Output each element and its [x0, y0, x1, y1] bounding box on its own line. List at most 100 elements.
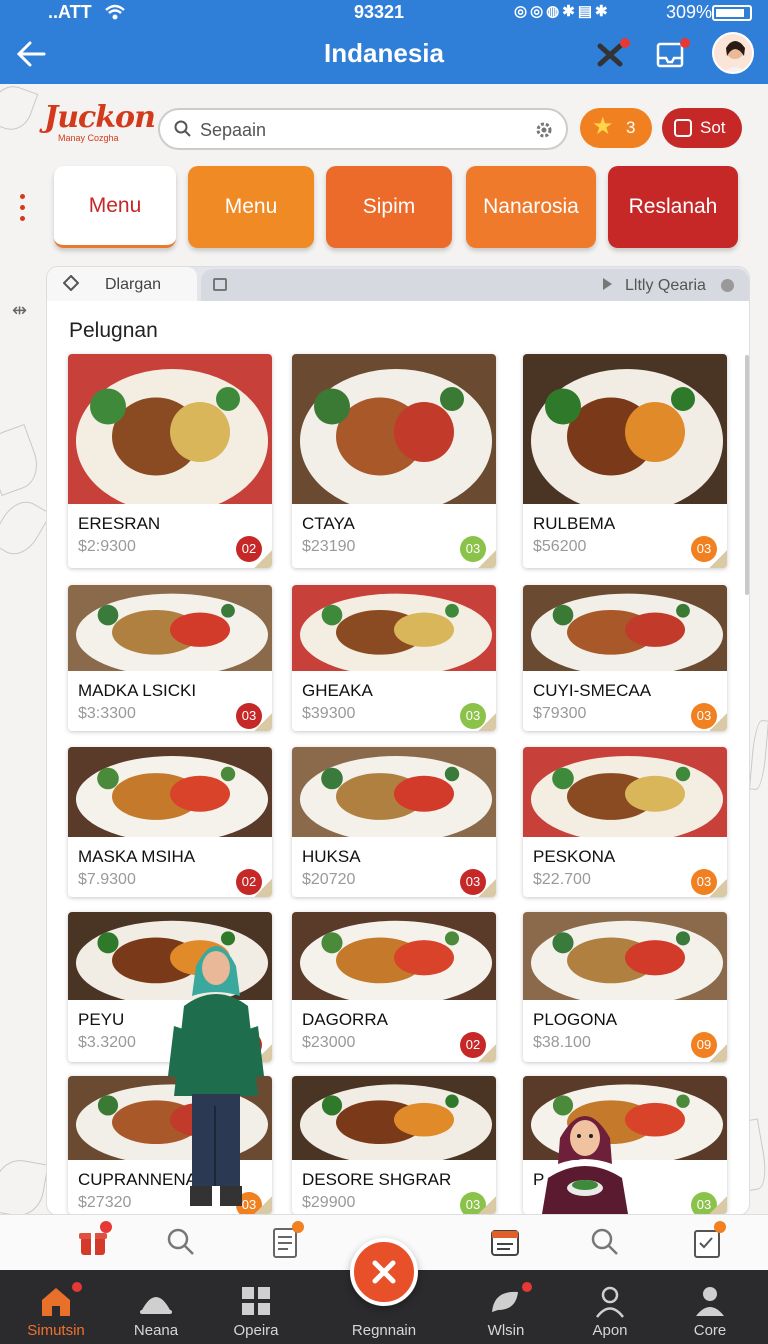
dish-price: $3:3300 — [78, 705, 136, 722]
nav-label: Neana — [133, 1322, 179, 1339]
sort-label: Sot — [700, 118, 726, 137]
brand-logo[interactable]: Juckon Manay Cozgha — [44, 100, 156, 156]
page-title: Indanesia — [324, 38, 444, 68]
dish-price: $20720 — [302, 871, 356, 888]
category-nanarosia[interactable]: Nanarosia — [466, 166, 596, 248]
dish-card[interactable]: MASKA MSIHA $7.9300 02 — [68, 747, 272, 897]
dish-photo — [292, 747, 496, 837]
dish-card[interactable]: MADKA LSICKI $3:3300 03 — [68, 585, 272, 731]
dish-name: GHEAKA — [302, 681, 373, 700]
dish-card[interactable]: CUYI-SMECAA $79300 03 — [523, 585, 727, 731]
category-sipim[interactable]: Sipim — [326, 166, 452, 248]
nav-neana[interactable]: Neana — [106, 1270, 206, 1344]
drag-handle-icon[interactable]: ⇹ — [12, 300, 27, 321]
card-corner — [478, 713, 496, 731]
carrier-label: ..ATT — [48, 2, 92, 22]
nav-label: Regnnain — [351, 1322, 417, 1339]
dish-name: CTAYA — [302, 514, 355, 533]
category-menu[interactable]: Menu — [188, 166, 314, 248]
scrollbar[interactable] — [745, 355, 749, 595]
dish-price: $23190 — [302, 538, 356, 555]
app-bar: Indanesia — [0, 26, 768, 84]
dish-card[interactable]: DESORE SHGRAR $29900 03 — [292, 1076, 496, 1214]
calendar-button[interactable] — [488, 1225, 522, 1259]
notification-dot — [620, 38, 630, 48]
gear-icon[interactable] — [534, 120, 554, 140]
nav-wlsin[interactable]: Wlsin — [456, 1270, 556, 1344]
nav-badge — [522, 1282, 532, 1292]
dish-photo — [68, 585, 272, 671]
decor-leaf — [0, 493, 52, 563]
chat-icon — [492, 1291, 518, 1312]
dish-name: PESKONA — [533, 847, 616, 866]
dish-card[interactable]: GHEAKA $39300 03 — [292, 585, 496, 731]
dish-name: MADKA LSICKI — [78, 681, 197, 700]
logo-wordmark: Juckon — [44, 100, 156, 135]
nav-apon[interactable]: Apon — [560, 1270, 660, 1344]
dish-photo — [523, 354, 727, 504]
card-corner — [478, 879, 496, 897]
category-reslanah[interactable]: Reslanah — [608, 166, 738, 248]
tab-label: Dlargan — [105, 276, 162, 293]
sort-button[interactable]: Sot — [662, 108, 742, 148]
category-menu-active[interactable]: Menu — [54, 166, 176, 248]
center-action-button[interactable] — [350, 1238, 418, 1306]
inbox-dot — [680, 38, 690, 48]
search-bar[interactable] — [158, 108, 568, 150]
dish-price: $56200 — [533, 538, 587, 555]
dish-price: $39300 — [302, 705, 356, 722]
card-corner — [254, 550, 272, 568]
status-bar: ..ATT 93321 ◎◎◍✱▤✱ 309% — [0, 0, 768, 26]
dish-price: $22.700 — [533, 871, 591, 888]
checklist-button[interactable] — [690, 1221, 726, 1259]
dish-card[interactable]: HUKSA $20720 03 — [292, 747, 496, 897]
document-button[interactable] — [268, 1221, 304, 1259]
nav-opeira[interactable]: Opeira — [206, 1270, 306, 1344]
dish-photo — [523, 912, 727, 1000]
search-input[interactable] — [200, 117, 530, 143]
dish-card[interactable]: RULBEMA $56200 03 — [523, 354, 727, 568]
star-icon: ★ — [592, 113, 614, 140]
wifi-icon — [105, 4, 125, 20]
diamond-icon — [63, 275, 79, 291]
avatar[interactable] — [712, 32, 754, 74]
grid-icon — [242, 1287, 270, 1315]
gift-button[interactable] — [76, 1221, 112, 1259]
dish-card[interactable]: DAGORRA $23000 02 — [292, 912, 496, 1062]
nav-label: Simutsin — [27, 1322, 85, 1339]
dish-card[interactable]: PLOGONA $38.100 09 — [523, 912, 727, 1062]
notification-button[interactable] — [594, 38, 630, 72]
nav-label: Core — [693, 1322, 727, 1339]
dish-photo — [68, 747, 272, 837]
tab-lltly-qearia[interactable]: Lltly Qearia — [201, 269, 749, 301]
dish-name: PEYU — [78, 1010, 125, 1029]
camera-icon — [213, 278, 227, 291]
decor-leaf — [0, 80, 39, 136]
dish-name: HUKSA — [302, 847, 361, 866]
dish-price: $3.3200 — [78, 1034, 136, 1051]
user-icon — [596, 1286, 624, 1318]
play-icon — [603, 278, 612, 290]
dish-price: $79300 — [533, 705, 587, 722]
nav-label: Wlsin — [487, 1322, 525, 1339]
dish-card[interactable]: CTAYA $23190 03 — [292, 354, 496, 568]
nav-label: Apon — [592, 1322, 628, 1339]
dish-icon — [140, 1297, 172, 1314]
nav-core[interactable]: Core — [660, 1270, 760, 1344]
search-quick-button[interactable] — [164, 1225, 198, 1259]
dish-photo — [523, 747, 727, 837]
dish-price: $38.100 — [533, 1034, 591, 1051]
favorites-button[interactable]: ★ 3 — [580, 108, 652, 148]
system-icons: ◎◎◍✱▤✱ — [514, 3, 611, 20]
tab-dlargan[interactable]: Dlargan — [47, 267, 197, 301]
decor-leaf — [0, 423, 45, 497]
dish-card[interactable]: ERESRAN $2:9300 02 — [68, 354, 272, 568]
search-quick-button-2[interactable] — [588, 1225, 622, 1259]
dish-name: DAGORRA — [302, 1010, 388, 1029]
nav-label: Opeira — [233, 1322, 279, 1339]
dish-photo — [292, 1076, 496, 1160]
dish-card[interactable]: PESKONA $22.700 03 — [523, 747, 727, 897]
inbox-button[interactable] — [654, 38, 690, 72]
nav-simutsin[interactable]: Simutsin — [6, 1270, 106, 1344]
more-menu-icon[interactable] — [18, 194, 28, 224]
